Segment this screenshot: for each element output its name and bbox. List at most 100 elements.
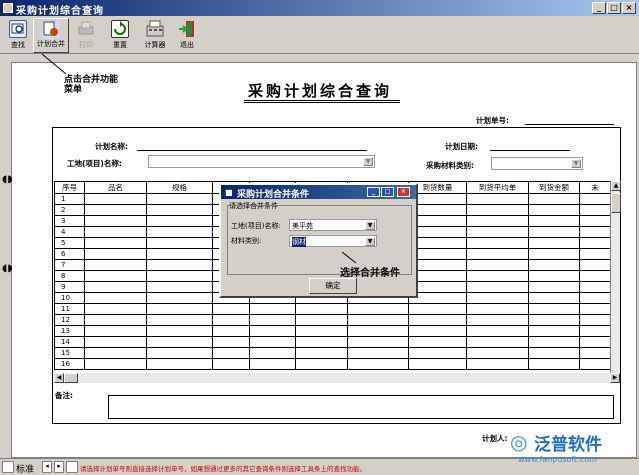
table-cell[interactable] [466,303,529,315]
material-type-select[interactable]: ▼ [491,157,583,170]
table-row[interactable]: 14 [54,336,611,348]
exit-button[interactable]: 退出 [174,18,200,53]
minimize-button[interactable]: _ [592,2,606,14]
table-row[interactable]: 12 [54,314,611,326]
plan-name-field[interactable] [137,150,367,151]
table-cell[interactable] [84,336,147,348]
table-row[interactable]: 11 [54,303,611,315]
table-cell[interactable] [579,292,611,304]
table-cell[interactable] [146,347,213,359]
reset-button[interactable]: 重置 [105,18,135,53]
table-cell[interactable] [408,358,467,370]
table-cell[interactable] [466,325,529,337]
table-cell[interactable] [295,303,348,315]
table-cell[interactable] [347,347,409,359]
table-cell[interactable] [579,215,611,227]
table-cell[interactable] [466,259,529,271]
table-cell[interactable] [466,347,529,359]
table-cell[interactable] [579,259,611,271]
table-cell[interactable] [579,237,611,249]
table-cell[interactable] [528,358,580,370]
table-cell[interactable] [528,270,580,282]
table-cell[interactable] [84,281,147,293]
table-cell[interactable] [84,358,147,370]
dialog-close-button[interactable]: × [397,187,410,197]
table-cell[interactable] [212,347,250,359]
table-cell[interactable] [249,314,296,326]
prev-icon[interactable]: ◂ [42,461,52,473]
table-cell[interactable] [579,303,611,315]
dialog-maximize-button[interactable]: □ [381,187,394,197]
table-cell[interactable] [146,270,213,282]
table-row[interactable]: 15 [54,347,611,359]
table-cell[interactable] [579,281,611,293]
table-cell[interactable] [579,336,611,348]
table-cell[interactable] [579,226,611,238]
table-row[interactable]: 16 [54,358,611,370]
scroll-thumb[interactable] [611,193,621,213]
maximize-button[interactable]: □ [607,2,621,14]
grid-icon[interactable] [66,461,78,473]
table-cell[interactable] [528,193,580,205]
table-cell[interactable] [347,314,409,326]
table-cell[interactable] [84,204,147,216]
table-cell[interactable] [146,336,213,348]
table-cell[interactable] [84,292,147,304]
table-cell[interactable] [579,314,611,326]
table-cell[interactable] [212,314,250,326]
table-cell[interactable] [466,204,529,216]
table-cell[interactable] [84,237,147,249]
scroll-thumb-h[interactable] [64,373,78,383]
col-header[interactable]: 到货平均单 [466,181,529,194]
table-cell[interactable] [146,325,213,337]
table-cell[interactable] [528,303,580,315]
table-cell[interactable] [146,259,213,271]
vertical-scrollbar[interactable]: ▲ [610,181,621,373]
table-cell[interactable] [579,270,611,282]
table-cell[interactable] [84,226,147,238]
scroll-right-icon[interactable]: ▶ [610,373,620,383]
table-cell[interactable] [347,336,409,348]
plan-date-field[interactable] [490,150,570,151]
table-cell[interactable] [146,281,213,293]
table-cell[interactable] [466,237,529,249]
table-cell[interactable] [528,259,580,271]
table-cell[interactable] [528,325,580,337]
table-cell[interactable] [146,193,213,205]
table-cell[interactable] [466,215,529,227]
table-cell[interactable] [146,358,213,370]
table-cell[interactable] [466,336,529,348]
table-cell[interactable] [466,193,529,205]
table-cell[interactable] [466,292,529,304]
grid-view-icon[interactable] [2,461,14,473]
table-cell[interactable] [84,325,147,337]
ok-button[interactable]: 确定 [309,278,357,294]
mode-label[interactable]: 标准 [16,462,34,475]
col-header[interactable]: 未 [579,181,611,194]
scroll-up-icon[interactable]: ▲ [611,181,621,191]
find-button[interactable]: 查找 [4,18,32,53]
table-cell[interactable] [146,314,213,326]
horizontal-scrollbar[interactable]: ◀ ▶ [54,373,620,383]
table-cell[interactable] [84,270,147,282]
table-cell[interactable] [347,303,409,315]
dialog-minimize-button[interactable]: _ [367,187,380,197]
table-cell[interactable] [84,193,147,205]
plan-no-field[interactable] [525,124,614,125]
table-cell[interactable] [528,292,580,304]
table-cell[interactable] [84,215,147,227]
table-cell[interactable] [528,281,580,293]
table-cell[interactable] [408,325,467,337]
table-cell[interactable] [212,325,250,337]
site-select[interactable]: ▼ [148,155,375,168]
table-cell[interactable] [579,347,611,359]
table-cell[interactable] [212,336,250,348]
calculator-button[interactable]: 计算器 [140,18,170,53]
table-cell[interactable] [408,336,467,348]
table-cell[interactable] [528,314,580,326]
table-cell[interactable] [84,347,147,359]
table-cell[interactable] [249,325,296,337]
table-cell[interactable] [295,325,348,337]
table-cell[interactable] [249,358,296,370]
table-cell[interactable] [528,336,580,348]
